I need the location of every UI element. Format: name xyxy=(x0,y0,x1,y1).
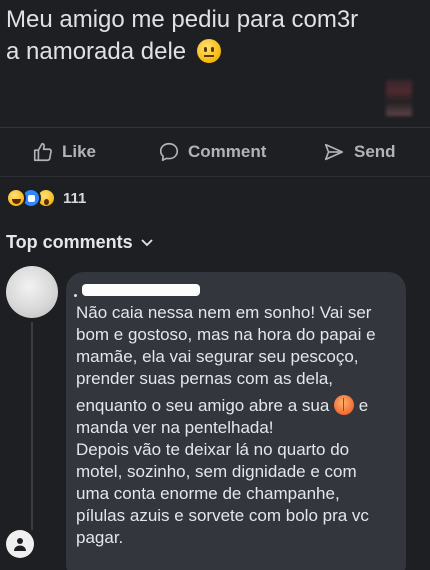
redacted-commenter-name xyxy=(82,284,200,296)
comment-line: bom e gostoso, mas na hora do papai e xyxy=(76,325,376,344)
thumbs-up-icon xyxy=(33,142,52,162)
reply-thread-line xyxy=(31,322,33,530)
comment-sort-label: Top comments xyxy=(6,232,133,252)
divider xyxy=(0,127,430,128)
user-avatar[interactable] xyxy=(6,530,34,558)
comment-text: Não caia nessa nem em sonho! Vai ser bom… xyxy=(76,302,401,549)
chevron-down-icon xyxy=(141,238,153,246)
comment-line: enquanto o seu amigo abre a sua e xyxy=(76,395,401,417)
redacted-mark xyxy=(74,294,77,297)
comment-line-text: enquanto o seu amigo abre a sua xyxy=(76,396,330,415)
comment-bubble: Não caia nessa nem em sonho! Vai ser bom… xyxy=(66,272,406,570)
peach-emoji-icon xyxy=(334,395,355,415)
speech-bubble-icon xyxy=(159,142,179,162)
comment-button[interactable]: Comment xyxy=(158,134,266,170)
like-button[interactable]: Like xyxy=(32,134,96,170)
neutral-face-emoji-icon xyxy=(196,39,221,63)
post-actions-bar: Like Comment Send xyxy=(0,134,430,170)
comment-line: motel, sozinho, sem dignidade e com xyxy=(76,462,357,481)
post-text-line-1: Meu amigo me pediu para com3r xyxy=(6,6,359,33)
comment-line: prender suas pernas com as dela, xyxy=(76,369,334,388)
facebook-post-screen: Meu amigo me pediu para com3r a namorada… xyxy=(0,0,430,570)
haha-reaction-icon xyxy=(6,188,26,208)
comment-line: uma conta enorme de champanhe, xyxy=(76,484,340,503)
comment-line: Depois vão te deixar lá no quarto do xyxy=(76,440,350,459)
blurred-thumbnail xyxy=(386,80,412,116)
comment-line: mamãe, ela vai segurar seu pescoço, xyxy=(76,347,359,366)
like-label: Like xyxy=(62,142,97,161)
send-label: Send xyxy=(354,142,396,161)
comment-label: Comment xyxy=(188,142,267,161)
post-text-line-2: a namorada dele xyxy=(6,36,421,68)
reaction-count: 111 xyxy=(63,189,87,207)
person-icon xyxy=(14,538,26,551)
comment-line: manda ver na pentelhada! xyxy=(76,418,274,437)
post-text: Meu amigo me pediu para com3r a namorada… xyxy=(6,4,421,68)
divider xyxy=(0,176,430,177)
comment-line: Não caia nessa nem em sonho! Vai ser xyxy=(76,303,372,322)
comment-sort-dropdown[interactable]: Top comments xyxy=(6,232,153,253)
comment-line: pagar. xyxy=(76,528,124,547)
commenter-avatar[interactable] xyxy=(6,266,58,318)
send-arrow-icon xyxy=(324,143,344,161)
send-button[interactable]: Send xyxy=(322,134,396,170)
reactions-summary[interactable]: 111 xyxy=(6,186,86,210)
comment-line-text: e xyxy=(358,396,369,415)
comment-line: pílulas azuis e sorvete com bolo pra vc xyxy=(76,506,369,525)
post-text-line-2-text: a namorada dele xyxy=(6,38,187,65)
